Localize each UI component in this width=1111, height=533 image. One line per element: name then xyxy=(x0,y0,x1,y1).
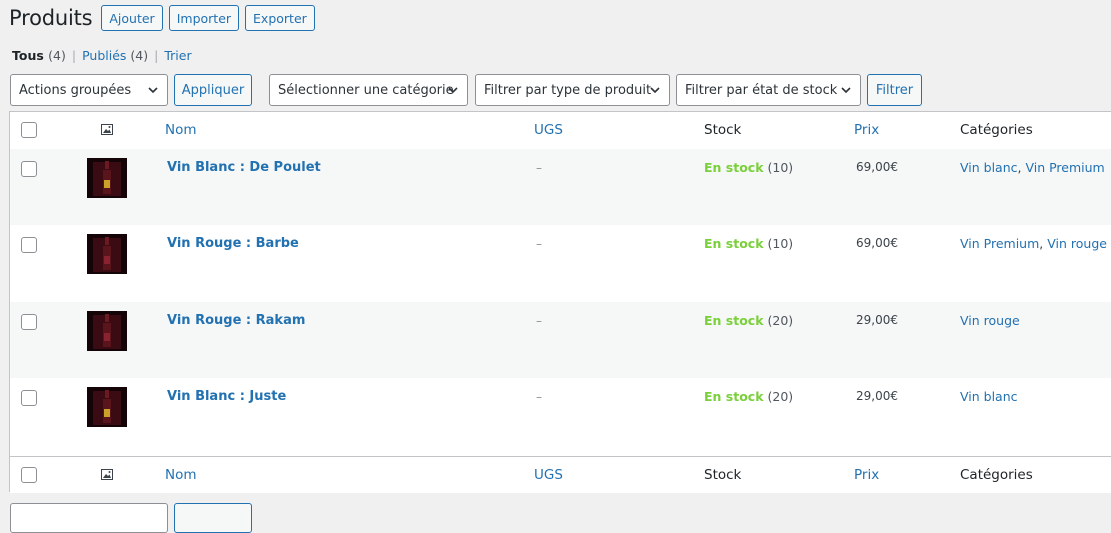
row-checkbox[interactable] xyxy=(21,390,37,406)
apply-button[interactable]: Appliquer xyxy=(174,74,252,106)
product-name-link[interactable]: Vin Rouge : Rakam xyxy=(167,313,305,328)
separator: | xyxy=(71,48,77,63)
stock-status: En stock (20) xyxy=(704,389,794,404)
product-thumbnail[interactable] xyxy=(87,387,127,427)
add-product-button[interactable]: Ajouter xyxy=(101,5,163,31)
apply-button-bottom[interactable] xyxy=(174,503,252,533)
sort-link[interactable]: Trier xyxy=(164,48,191,63)
row-checkbox[interactable] xyxy=(21,161,37,177)
category-link[interactable]: Vin Premium xyxy=(1025,160,1104,175)
price-value: 29,00€ xyxy=(856,313,898,327)
sku-value: – xyxy=(536,161,542,175)
separator: | xyxy=(154,48,159,63)
column-name-header[interactable]: Nom xyxy=(165,112,197,149)
table-row: Vin Rouge : Barbe – En stock (10) 69,00€… xyxy=(10,225,1111,301)
product-name-link[interactable]: Vin Blanc : De Poulet xyxy=(167,160,321,175)
categories-list: Vin Premium, Vin rouge xyxy=(960,236,1107,251)
chevron-down-icon xyxy=(650,87,660,94)
categories-list: Vin blanc xyxy=(960,389,1018,404)
product-name-link[interactable]: Vin Blanc : Juste xyxy=(167,389,286,404)
table-footer-row: Nom UGS Stock Prix Catégories xyxy=(10,456,1111,493)
row-checkbox[interactable] xyxy=(21,237,37,253)
stock-status: En stock (10) xyxy=(704,236,794,251)
column-categories-footer: Catégories xyxy=(960,467,1033,483)
products-table: Nom UGS Stock Prix Catégories Vin Blanc … xyxy=(9,111,1111,493)
view-filters: Tous (4) | Publiés (4) | Trier xyxy=(12,48,192,63)
column-stock-header: Stock xyxy=(704,122,742,138)
stock-status: En stock (10) xyxy=(704,160,794,175)
bulk-actions-select[interactable]: Actions groupées xyxy=(10,74,168,106)
stock-status: En stock (20) xyxy=(704,313,794,328)
price-value: 29,00€ xyxy=(856,389,898,403)
column-categories-header: Catégories xyxy=(960,122,1033,138)
bulk-actions-select-bottom[interactable] xyxy=(10,503,168,533)
categories-list: Vin rouge xyxy=(960,313,1020,328)
product-thumbnail[interactable] xyxy=(87,311,127,351)
page-header: Produits Ajouter Importer Exporter xyxy=(9,3,321,33)
product-thumbnail[interactable] xyxy=(87,158,127,198)
table-row: Vin Rouge : Rakam – En stock (20) 29,00€… xyxy=(10,302,1111,378)
table-row: Vin Blanc : Juste – En stock (20) 29,00€… xyxy=(10,378,1111,454)
category-select-label: Sélectionner une catégorie xyxy=(278,82,454,98)
column-price-header[interactable]: Prix xyxy=(854,112,879,149)
sku-value: – xyxy=(536,237,542,251)
category-link[interactable]: Vin rouge xyxy=(960,313,1020,328)
price-value: 69,00€ xyxy=(856,160,898,174)
bulk-actions-label: Actions groupées xyxy=(19,82,132,98)
sku-value: – xyxy=(536,390,542,404)
export-button[interactable]: Exporter xyxy=(245,5,315,31)
view-published-link[interactable]: Publiés (4) xyxy=(82,48,148,63)
category-link[interactable]: Vin Premium xyxy=(960,236,1039,251)
sku-value: – xyxy=(536,314,542,328)
table-row: Vin Blanc : De Poulet – En stock (10) 69… xyxy=(10,149,1111,225)
select-all-checkbox[interactable] xyxy=(21,122,37,138)
column-price-footer[interactable]: Prix xyxy=(854,457,879,493)
column-sku-footer[interactable]: UGS xyxy=(534,457,563,493)
image-icon xyxy=(101,124,113,135)
category-link[interactable]: Vin blanc xyxy=(960,389,1018,404)
product-name-link[interactable]: Vin Rouge : Barbe xyxy=(167,236,299,251)
column-stock-footer: Stock xyxy=(704,467,742,483)
chevron-down-icon xyxy=(448,87,458,94)
column-name-footer[interactable]: Nom xyxy=(165,457,197,493)
category-select[interactable]: Sélectionner une catégorie xyxy=(269,74,468,106)
page-title: Produits xyxy=(9,6,93,30)
product-type-select-label: Filtrer par type de produit xyxy=(484,82,652,98)
view-all-link[interactable]: Tous (4) xyxy=(12,48,66,63)
chevron-down-icon xyxy=(841,87,851,94)
category-link[interactable]: Vin blanc xyxy=(960,160,1018,175)
column-sku-header[interactable]: UGS xyxy=(534,112,563,149)
stock-status-select-label: Filtrer par état de stock xyxy=(685,82,838,98)
categories-list: Vin blanc, Vin Premium xyxy=(960,160,1105,175)
table-header-row: Nom UGS Stock Prix Catégories xyxy=(10,112,1111,150)
row-checkbox[interactable] xyxy=(21,314,37,330)
filter-button[interactable]: Filtrer xyxy=(867,74,922,106)
product-type-select[interactable]: Filtrer par type de produit xyxy=(475,74,670,106)
product-thumbnail[interactable] xyxy=(87,234,127,274)
select-all-checkbox-footer[interactable] xyxy=(21,467,37,483)
image-icon xyxy=(101,469,113,480)
stock-status-select[interactable]: Filtrer par état de stock xyxy=(676,74,861,106)
price-value: 69,00€ xyxy=(856,236,898,250)
chevron-down-icon xyxy=(148,87,158,94)
category-link[interactable]: Vin rouge xyxy=(1047,236,1107,251)
import-button[interactable]: Importer xyxy=(168,5,240,31)
